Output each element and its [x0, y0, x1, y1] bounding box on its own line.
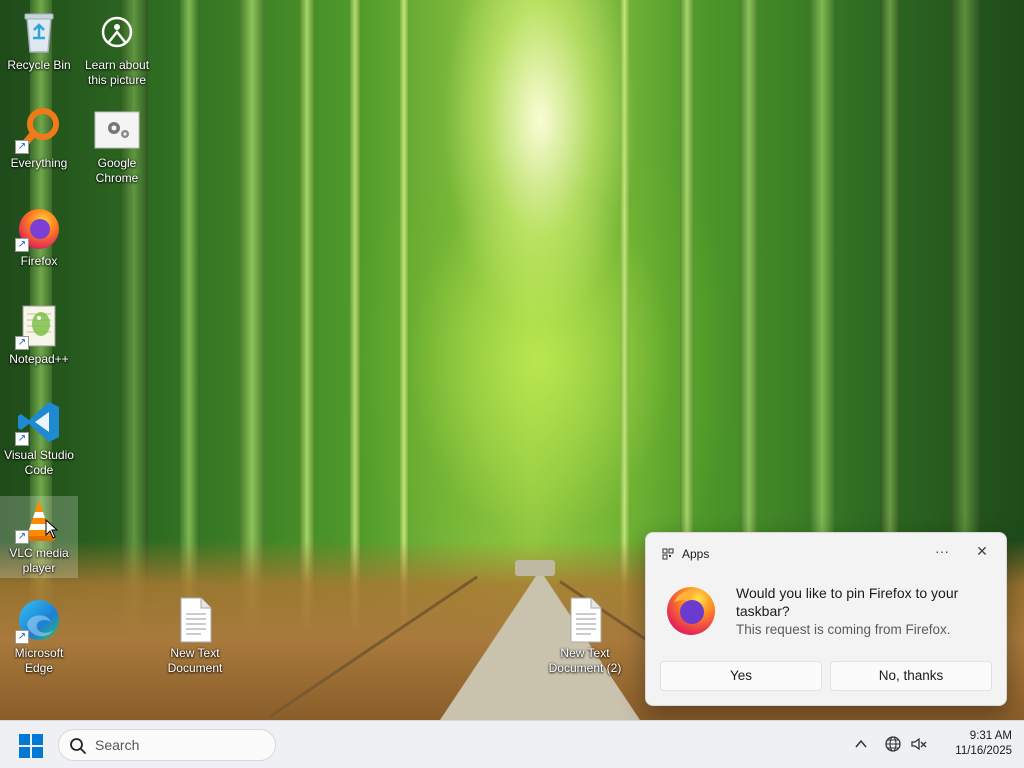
desktop-icon-vlc[interactable]: ↗ VLC media player	[0, 496, 78, 578]
show-hidden-icons-chevron-icon[interactable]	[852, 735, 870, 753]
taskbar-clock[interactable]: 9:31 AM 11/16/2025	[936, 729, 1012, 759]
notification-header: Apps	[662, 547, 709, 561]
desktop-icon-firefox[interactable]: ↗ Firefox	[0, 204, 78, 269]
shortcut-arrow-icon: ↗	[15, 630, 29, 644]
firefox-icon: ↗	[15, 204, 63, 252]
desktop-icon-recycle-bin[interactable]: Recycle Bin	[0, 8, 78, 73]
mouse-cursor-icon	[45, 519, 59, 539]
notepadpp-icon: ↗	[15, 302, 63, 350]
notification-title: Would you like to pin Firefox to your ta…	[736, 585, 959, 619]
firefox-logo-icon	[667, 587, 715, 635]
no-thanks-button[interactable]: No, thanks	[830, 661, 992, 691]
desktop-icon-label: New Text Document	[167, 646, 223, 675]
taskbar: Search 9:31 AM 11/16/2025	[0, 720, 1024, 768]
desktop-icon-label: VLC media player	[9, 546, 69, 575]
desktop-icon-label: Recycle Bin	[7, 58, 71, 72]
close-button[interactable]: ✕	[970, 543, 994, 565]
windows-start-icon[interactable]	[18, 733, 44, 759]
search-icon	[70, 738, 86, 754]
camera-info-icon	[93, 8, 141, 56]
text-file-icon	[171, 596, 219, 644]
desktop-icon-new-text-document-2[interactable]: New Text Document (2)	[546, 596, 624, 676]
chrome-settings-icon	[93, 106, 141, 154]
desktop-icon-google-chrome[interactable]: Google Chrome	[78, 106, 156, 186]
desktop-icon-learn-about-picture[interactable]: Learn about this picture	[78, 8, 156, 88]
text-file-icon	[561, 596, 609, 644]
everything-search-icon: ↗	[15, 106, 63, 154]
vscode-icon: ↗	[15, 398, 63, 446]
desktop-icon-vscode[interactable]: ↗ Visual Studio Code	[0, 398, 78, 478]
notification-subtitle: This request is coming from Firefox.	[736, 622, 951, 637]
shortcut-arrow-icon: ↗	[15, 140, 29, 154]
desktop-icon-edge[interactable]: ↗ Microsoft Edge	[0, 596, 78, 676]
desktop-icon-label: Microsoft Edge	[14, 646, 64, 675]
recycle-bin-icon	[15, 8, 63, 56]
desktop-icon-label: Everything	[10, 156, 68, 170]
taskbar-search-box[interactable]: Search	[58, 729, 276, 761]
desktop-icon-label: Firefox	[20, 254, 58, 268]
desktop-icon-label: Visual Studio Code	[4, 448, 74, 477]
shortcut-arrow-icon: ↗	[15, 530, 29, 544]
yes-button[interactable]: Yes	[660, 661, 822, 691]
pin-firefox-notification: Apps ··· ✕ Would you like to pin Firefox…	[645, 532, 1007, 706]
clock-date: 11/16/2025	[955, 745, 1012, 757]
desktop-icon-label: Google Chrome	[95, 156, 139, 185]
apps-icon	[662, 548, 674, 560]
volume-muted-icon[interactable]	[910, 735, 928, 753]
network-globe-icon[interactable]	[884, 735, 902, 753]
search-placeholder: Search	[95, 737, 140, 753]
desktop-icon-label: New Text Document (2)	[548, 646, 622, 675]
shortcut-arrow-icon: ↗	[15, 432, 29, 446]
desktop-icon-everything[interactable]: ↗ Everything	[0, 106, 78, 171]
desktop-icon-label: Notepad++	[9, 352, 69, 366]
clock-time: 9:31 AM	[969, 730, 1012, 742]
shortcut-arrow-icon: ↗	[15, 238, 29, 252]
notification-app-name: Apps	[682, 547, 710, 561]
desktop-icon-new-text-document[interactable]: New Text Document	[156, 596, 234, 676]
desktop-icon-label: Learn about this picture	[84, 58, 150, 87]
desktop-icon-notepadpp[interactable]: ↗ Notepad++	[0, 302, 78, 367]
shortcut-arrow-icon: ↗	[15, 336, 29, 350]
edge-icon: ↗	[15, 596, 63, 644]
more-options-button[interactable]: ···	[930, 543, 954, 565]
